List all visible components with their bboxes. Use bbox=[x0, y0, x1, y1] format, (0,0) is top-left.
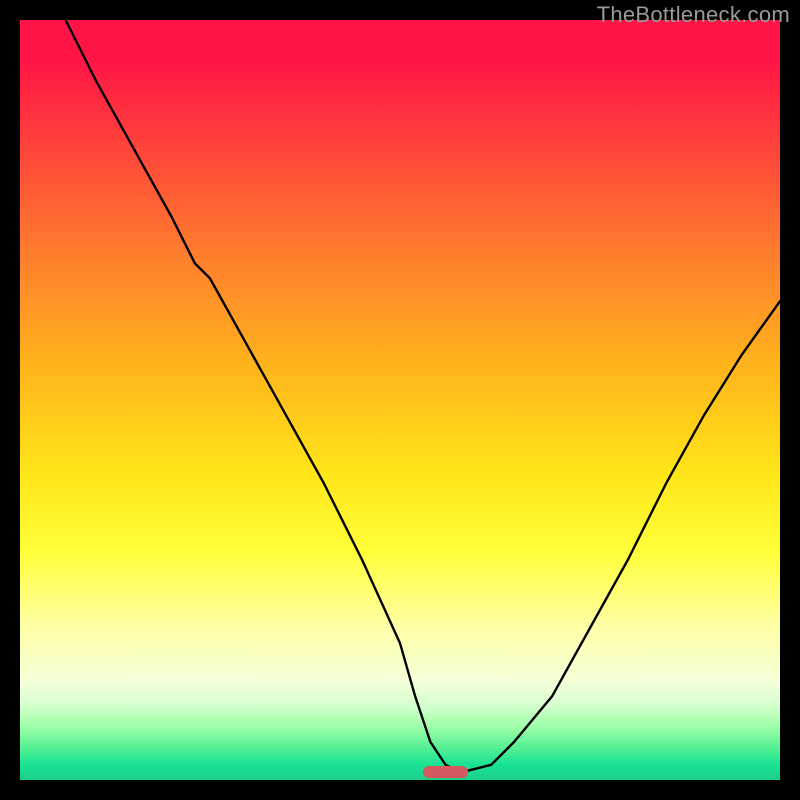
bottleneck-curve bbox=[66, 20, 780, 772]
optimal-marker bbox=[423, 766, 469, 778]
watermark-text: TheBottleneck.com bbox=[597, 2, 790, 28]
plot-area bbox=[20, 20, 780, 780]
chart-frame: TheBottleneck.com bbox=[0, 0, 800, 800]
curve-svg bbox=[20, 20, 780, 780]
